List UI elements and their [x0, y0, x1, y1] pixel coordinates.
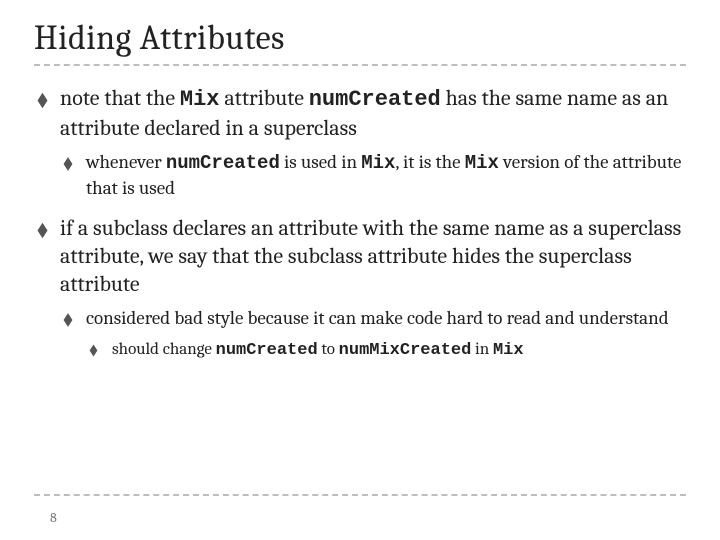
code-span: Mix — [180, 87, 220, 112]
code-span: numCreated — [216, 341, 318, 360]
code-span: numMixCreated — [339, 341, 472, 360]
text: considered bad style because it can make… — [86, 307, 669, 329]
page-number: 8 — [50, 509, 57, 526]
code-span: Mix — [361, 152, 395, 174]
bullet-list: whenever numCreated is used in Mix, it i… — [60, 150, 686, 200]
text: note that the — [60, 85, 180, 111]
bullet-list: considered bad style because it can make… — [60, 306, 686, 361]
text: if a subclass declares an attribute with… — [60, 215, 681, 297]
list-item: whenever numCreated is used in Mix, it i… — [60, 150, 686, 200]
slide: Hiding Attributes note that the Mix attr… — [0, 0, 720, 540]
list-item: if a subclass declares an attribute with… — [34, 214, 686, 362]
text: whenever — [86, 151, 166, 173]
page-title: Hiding Attributes — [34, 18, 686, 58]
text: to — [318, 340, 339, 359]
title-divider — [34, 64, 686, 66]
code-span: Mix — [465, 152, 499, 174]
text: , it is the — [395, 151, 464, 173]
text: in — [471, 340, 493, 359]
list-item: note that the Mix attribute numCreated h… — [34, 84, 686, 200]
text: should change — [112, 340, 216, 359]
bullet-list: note that the Mix attribute numCreated h… — [34, 84, 686, 362]
code-span: numCreated — [309, 87, 441, 112]
code-span: Mix — [493, 341, 524, 360]
footer-divider — [34, 494, 686, 496]
text: attribute — [220, 85, 309, 111]
bullet-list: should change numCreated to numMixCreate… — [86, 339, 686, 362]
code-span: numCreated — [166, 152, 280, 174]
list-item: considered bad style because it can make… — [60, 306, 686, 361]
text: is used in — [280, 151, 361, 173]
list-item: should change numCreated to numMixCreate… — [86, 339, 686, 362]
